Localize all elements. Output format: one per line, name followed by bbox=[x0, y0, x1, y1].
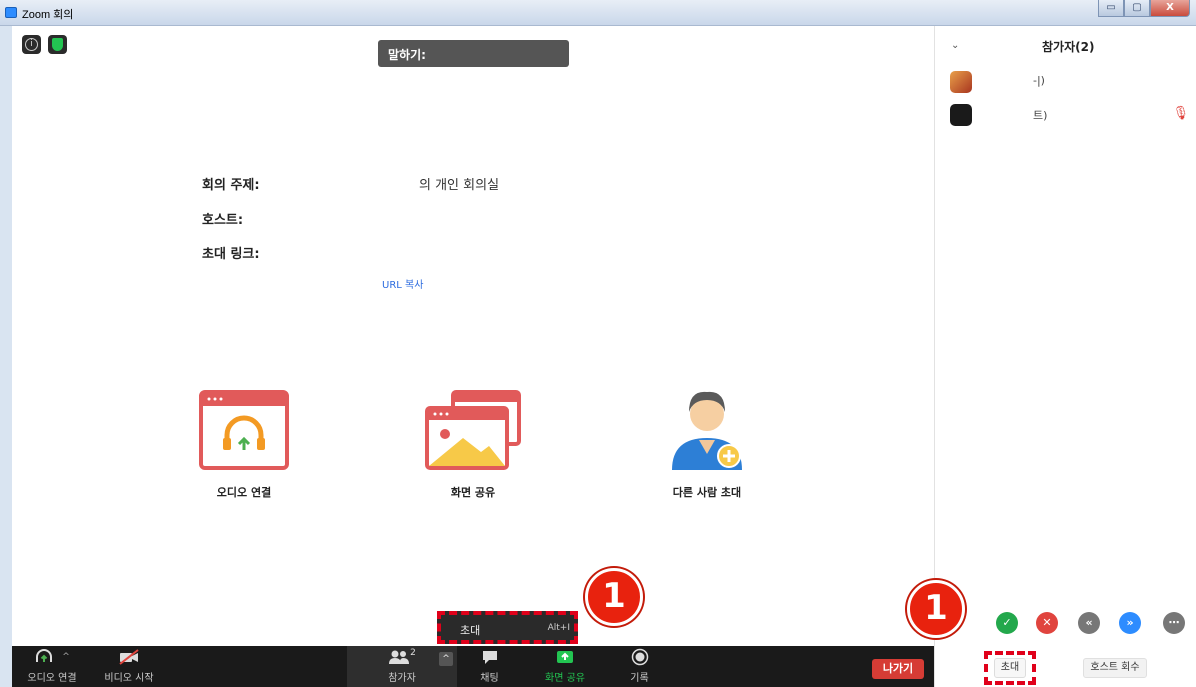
panel-invite-button[interactable]: 초대 bbox=[984, 651, 1036, 685]
avatar bbox=[950, 104, 972, 126]
share-screen-label: 화면 공유 bbox=[450, 486, 496, 499]
participants-menu-caret[interactable]: ^ bbox=[439, 652, 453, 666]
participants-panel: ⌄ 참가자(2) -|) 트) 🎙 ✓ ✕ « » ⋯ 초대 호스트 회수 bbox=[934, 26, 1196, 687]
start-video-label: 비디오 시작 bbox=[104, 673, 154, 684]
participant-name: 트) bbox=[1033, 109, 1048, 122]
panel-invite-label: 초대 bbox=[993, 658, 1027, 678]
window-controls: ▭ ▢ X bbox=[1098, 0, 1190, 18]
info-icon[interactable]: i bbox=[22, 35, 41, 54]
join-audio-button[interactable]: ^ 오디오 연결 bbox=[12, 646, 92, 687]
audio-options-caret[interactable]: ^ bbox=[62, 652, 70, 662]
headphones-icon bbox=[199, 390, 289, 470]
copy-url-link[interactable]: URL 복사 bbox=[382, 276, 423, 291]
chat-bubble-icon bbox=[482, 651, 497, 664]
muted-mic-icon: 🎙 bbox=[1172, 106, 1189, 121]
share-screen-icon bbox=[557, 651, 573, 663]
join-audio-label: 오디오 연결 bbox=[216, 486, 272, 499]
invite-menu-item[interactable]: 초대 bbox=[460, 622, 480, 638]
step-callout-1: 1 bbox=[907, 580, 965, 638]
maximize-button[interactable]: ▢ bbox=[1124, 0, 1150, 17]
minimize-button[interactable]: ▭ bbox=[1098, 0, 1124, 17]
start-video-button[interactable]: 비디오 시작 bbox=[94, 646, 164, 687]
participant-row[interactable]: -|) bbox=[935, 68, 1196, 98]
chat-label: 채팅 bbox=[480, 673, 499, 684]
window-titlebar: Zoom 회의 ▭ ▢ X bbox=[0, 0, 1196, 26]
reclaim-host-button[interactable]: 호스트 회수 bbox=[1083, 658, 1147, 678]
add-person-icon bbox=[672, 391, 742, 470]
avatar bbox=[950, 71, 972, 93]
go-faster-icon[interactable]: » bbox=[1119, 612, 1141, 634]
headphones-icon bbox=[36, 649, 53, 662]
topic-value: 의 개인 회의실 bbox=[419, 178, 500, 193]
participant-name: -|) bbox=[1033, 74, 1045, 87]
participants-count: 2 bbox=[410, 648, 416, 658]
window-title: Zoom 회의 bbox=[22, 9, 74, 21]
invite-link-label: 초대 링크: bbox=[202, 247, 260, 262]
more-reactions-icon[interactable]: ⋯ bbox=[1163, 612, 1185, 634]
security-shield-icon[interactable] bbox=[48, 35, 67, 54]
step-callout-1: 1 bbox=[585, 568, 643, 626]
share-screen-icon bbox=[425, 390, 521, 470]
collapse-chevron-icon[interactable]: ⌄ bbox=[951, 40, 959, 51]
invite-others-label: 다른 사람 초대 bbox=[672, 486, 742, 499]
chat-button[interactable]: 채팅 bbox=[457, 646, 522, 687]
video-off-icon bbox=[119, 649, 139, 665]
participants-label: 참가자 bbox=[388, 673, 416, 684]
join-audio-toolbar-label: 오디오 연결 bbox=[27, 673, 77, 684]
participant-row[interactable]: 트) 🎙 bbox=[935, 101, 1196, 131]
speaking-indicator: 말하기: bbox=[378, 40, 569, 67]
host-label: 호스트: bbox=[202, 213, 244, 228]
go-slower-icon[interactable]: « bbox=[1078, 612, 1100, 634]
record-button[interactable]: 기록 bbox=[607, 646, 672, 687]
record-icon bbox=[631, 648, 648, 666]
participants-icon bbox=[389, 650, 410, 664]
meeting-toolbar: ^ 오디오 연결 비디오 시작 2 참가자 ^ 채팅 화면 공유 기록 나가기 bbox=[12, 646, 934, 687]
meeting-main-area: i 말하기: 회의 주제: 의 개인 회의실 호스트: 초대 링크: URL 복… bbox=[12, 26, 934, 646]
yes-reaction-icon[interactable]: ✓ bbox=[996, 612, 1018, 634]
topic-label: 회의 주제: bbox=[202, 178, 260, 193]
leave-meeting-button[interactable]: 나가기 bbox=[872, 659, 924, 679]
no-reaction-icon[interactable]: ✕ bbox=[1036, 612, 1058, 634]
invite-popup-menu[interactable]: 초대 Alt+I bbox=[437, 611, 578, 644]
join-audio-action[interactable]: 오디오 연결 bbox=[174, 390, 314, 500]
participants-button[interactable]: 2 참가자 bbox=[367, 646, 437, 687]
record-label: 기록 bbox=[630, 673, 649, 684]
share-screen-toolbar-label: 화면 공유 bbox=[545, 673, 585, 684]
close-button[interactable]: X bbox=[1150, 0, 1190, 17]
zoom-app-icon bbox=[5, 7, 17, 18]
share-screen-button[interactable]: 화면 공유 bbox=[532, 646, 598, 687]
invite-others-action[interactable]: 다른 사람 초대 bbox=[637, 384, 777, 500]
share-screen-action[interactable]: 화면 공유 bbox=[403, 390, 543, 500]
window-left-edge bbox=[0, 26, 12, 687]
participants-panel-title: 참가자(2) bbox=[1042, 40, 1095, 54]
invite-shortcut: Alt+I bbox=[547, 623, 570, 633]
